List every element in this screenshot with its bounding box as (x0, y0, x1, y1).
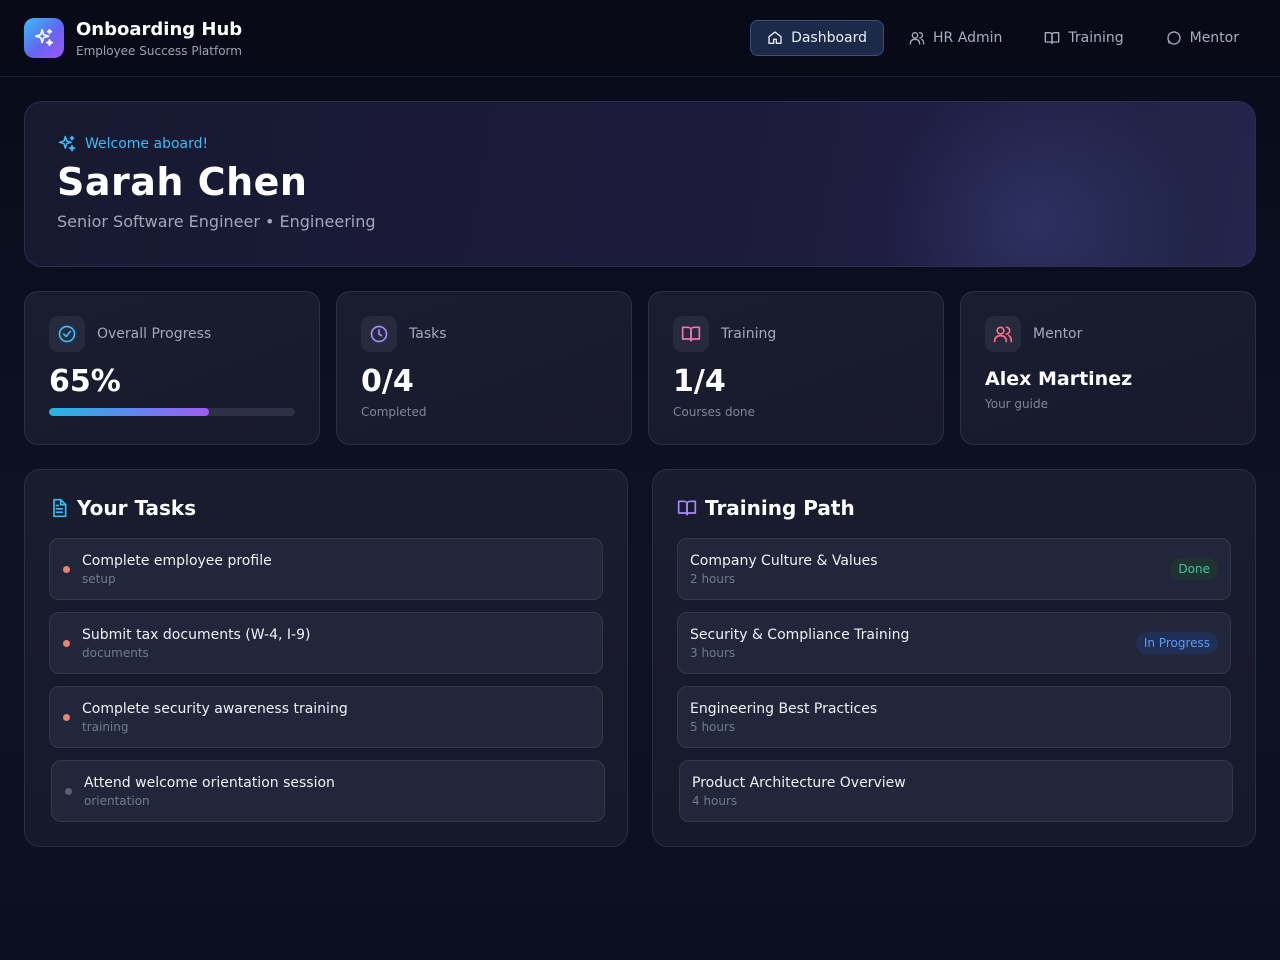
book-icon (1045, 31, 1060, 44)
stat-sub: Courses done (673, 405, 755, 419)
nav-mentor[interactable]: Mentor (1149, 20, 1256, 56)
users-icon (985, 316, 1021, 352)
users-icon (909, 31, 925, 45)
stat-value: 65% (49, 364, 121, 399)
task-row[interactable]: Complete employee profile setup (49, 538, 603, 600)
stat-value: 0/4 (361, 364, 414, 399)
course-row[interactable]: Security & Compliance Training 3 hours I… (677, 612, 1231, 674)
status-dot (63, 640, 70, 647)
welcome-label: Welcome aboard! (57, 134, 208, 154)
tasks-title: Your Tasks (77, 496, 197, 520)
stat-label: Training (721, 326, 777, 342)
status-badge: In Progress (1135, 632, 1218, 654)
stat-label: Tasks (409, 326, 447, 342)
nav-dashboard-label: Dashboard (791, 30, 868, 46)
document-icon (53, 498, 67, 518)
course-title: Company Culture & Values (690, 553, 878, 569)
task-title: Complete security awareness training (82, 701, 348, 717)
nav-hr-admin-label: HR Admin (933, 30, 1003, 46)
stat-card-tasks: Tasks 0/4 Completed (336, 291, 632, 445)
task-category: documents (82, 646, 149, 660)
course-duration: 3 hours (690, 646, 736, 660)
course-row[interactable]: Product Architecture Overview 4 hours (679, 760, 1233, 822)
stat-card-mentor: Mentor Alex Martinez Your guide (960, 291, 1256, 445)
task-row[interactable]: Attend welcome orientation session orien… (51, 760, 605, 822)
progress-bar-fill (49, 408, 209, 416)
status-dot (65, 788, 72, 795)
course-title: Security & Compliance Training (690, 627, 910, 643)
task-category: training (82, 720, 129, 734)
employee-role: Senior Software Engineer • Engineering (57, 212, 376, 231)
status-dot (63, 566, 70, 573)
app-subtitle: Employee Success Platform (76, 44, 242, 58)
course-duration: 5 hours (690, 720, 736, 734)
task-title: Attend welcome orientation session (84, 775, 335, 791)
stat-card-training: Training 1/4 Courses done (648, 291, 944, 445)
check-circle-icon (49, 316, 85, 352)
welcome-banner: Welcome aboard! Sarah Chen Senior Softwa… (24, 101, 1256, 267)
task-title: Submit tax documents (W-4, I-9) (82, 627, 311, 643)
mentor-name: Alex Martinez (985, 368, 1133, 390)
tasks-panel: Your Tasks Complete employee profile set… (24, 469, 628, 847)
stat-label: Mentor (1033, 326, 1083, 342)
task-row[interactable]: Complete security awareness training tra… (49, 686, 603, 748)
welcome-text: Welcome aboard! (85, 136, 209, 152)
task-category: setup (82, 572, 116, 586)
nav-mentor-label: Mentor (1189, 30, 1239, 46)
course-duration: 4 hours (692, 794, 738, 808)
status-dot (63, 714, 70, 721)
training-title: Training Path (705, 496, 855, 520)
stat-card-progress: Overall Progress 65% (24, 291, 320, 445)
employee-name: Sarah Chen (57, 160, 308, 204)
stat-sub: Completed (361, 405, 427, 419)
sparkles-icon (58, 135, 76, 152)
app-title: Onboarding Hub (76, 19, 243, 40)
app-header: Onboarding Hub Employee Success Platform… (0, 0, 1280, 77)
nav-hr-admin[interactable]: HR Admin (892, 20, 1019, 56)
nav-training[interactable]: Training (1027, 20, 1140, 56)
book-icon (673, 316, 709, 352)
task-category: orientation (84, 794, 150, 808)
stat-label: Overall Progress (97, 326, 212, 342)
status-badge: Done (1170, 558, 1218, 580)
panel-title: Training Path (677, 496, 855, 520)
stat-sub: Your guide (985, 397, 1048, 411)
course-row[interactable]: Company Culture & Values 2 hours Done (677, 538, 1231, 600)
stat-value: 1/4 (673, 364, 726, 399)
home-icon (768, 31, 782, 44)
progress-bar (49, 408, 295, 416)
course-row[interactable]: Engineering Best Practices 5 hours (677, 686, 1231, 748)
training-panel: Training Path Company Culture & Values 2… (652, 469, 1256, 847)
task-row[interactable]: Submit tax documents (W-4, I-9) document… (49, 612, 603, 674)
course-title: Product Architecture Overview (692, 775, 906, 791)
book-icon (677, 500, 697, 516)
nav-training-label: Training (1068, 30, 1124, 46)
main-nav: Dashboard HR Admin Training Mentor (750, 20, 1256, 56)
course-duration: 2 hours (690, 572, 736, 586)
nav-dashboard[interactable]: Dashboard (750, 20, 885, 56)
chat-icon (1166, 31, 1181, 45)
sparkles-logo-icon (24, 18, 64, 58)
clock-icon (361, 316, 397, 352)
task-title: Complete employee profile (82, 553, 272, 569)
course-title: Engineering Best Practices (690, 701, 878, 717)
panel-title: Your Tasks (49, 496, 196, 520)
